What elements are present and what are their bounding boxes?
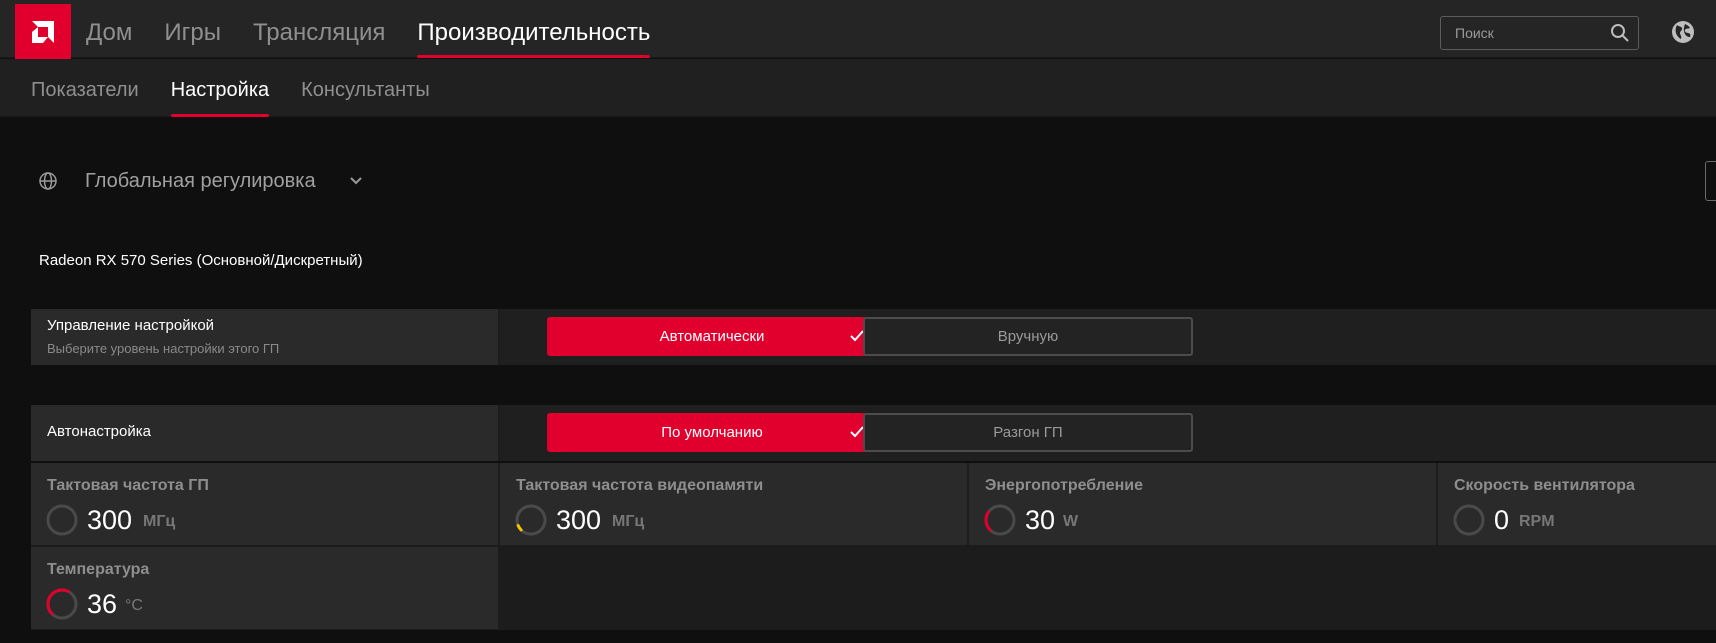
gpu-name: Radeon RX 570 Series (Основной/Дискретны…	[39, 252, 363, 269]
default-button[interactable]: По умолчанию	[547, 413, 877, 452]
profile-label: Глобальная регулировка	[85, 169, 316, 192]
nav-streaming[interactable]: Трансляция	[253, 0, 385, 58]
gauge-icon	[1453, 504, 1485, 536]
nav-games[interactable]: Игры	[164, 0, 221, 58]
tab-advisors[interactable]: Консультанты	[301, 59, 430, 117]
tuning-control-row: Управление настройкой Выберите уровень н…	[31, 309, 1716, 365]
metric-fan-speed: Скорость вентилятора 0 RPM	[1438, 463, 1716, 545]
metric-gpu-clock: Тактовая частота ГП 300 МГц	[31, 463, 498, 545]
metric-memory-clock: Тактовая частота видеопамяти 300 МГц	[500, 463, 967, 545]
metric-value: 36	[87, 589, 118, 619]
search-input[interactable]	[1441, 17, 1601, 49]
search-box	[1440, 16, 1639, 50]
sub-nav: Показатели Настройка Консультанты	[31, 59, 462, 117]
metric-value: 0	[1494, 505, 1510, 535]
nav-home[interactable]: Дом	[86, 0, 132, 58]
tuning-control-title: Управление настройкой	[47, 317, 215, 334]
manual-button[interactable]: Вручную	[863, 317, 1193, 356]
metric-power: Энергопотребление 30 W	[969, 463, 1436, 545]
chevron-down-icon	[349, 177, 362, 185]
auto-tuning-row: Автонастройка По умолчанию Разгон ГП	[31, 405, 1716, 461]
gauge-arc	[984, 510, 992, 532]
gauge-arc	[46, 588, 70, 616]
gauge-icon	[46, 588, 78, 620]
gauge-track	[46, 504, 78, 536]
edge-button[interactable]	[1705, 161, 1716, 201]
auto-tuning-title: Автонастройка	[47, 423, 151, 440]
amd-logo-icon[interactable]	[15, 4, 71, 60]
metric-unit: МГц	[612, 513, 645, 530]
globe-icon	[39, 172, 57, 190]
search-icon[interactable]	[1610, 23, 1630, 43]
tuning-control-subtitle: Выберите уровень настройки этого ГП	[47, 341, 280, 356]
metric-unit: °C	[125, 597, 143, 614]
metric-value: 30	[1025, 505, 1056, 535]
tab-tuning[interactable]: Настройка	[170, 59, 270, 117]
gauge-icon	[46, 504, 78, 536]
profile-dropdown[interactable]: Глобальная регулировка	[38, 166, 364, 196]
gauge-icon	[984, 504, 1016, 536]
top-bar: Дом Игры Трансляция Производительность	[0, 0, 1716, 60]
metric-unit: W	[1063, 513, 1079, 530]
overclock-gpu-button[interactable]: Разгон ГП	[863, 413, 1193, 452]
gauge-icon	[515, 504, 547, 536]
sub-nav-bar: Показатели Настройка Консультанты	[0, 59, 1716, 117]
tab-metrics[interactable]: Показатели	[31, 59, 139, 117]
main-nav: Дом Игры Трансляция Производительность	[86, 0, 682, 58]
metric-unit: RPM	[1519, 513, 1555, 530]
metric-value: 300	[556, 505, 602, 535]
automatic-button[interactable]: Автоматически	[547, 317, 877, 356]
world-globe-icon[interactable]	[1670, 19, 1696, 45]
metric-unit: МГц	[143, 513, 176, 530]
gauge-arc	[516, 524, 523, 532]
metric-temperature: Температура 36 °C	[31, 547, 498, 629]
nav-performance[interactable]: Производительность	[417, 0, 650, 58]
gauge-track	[1453, 504, 1485, 536]
metric-value: 300	[87, 505, 133, 535]
